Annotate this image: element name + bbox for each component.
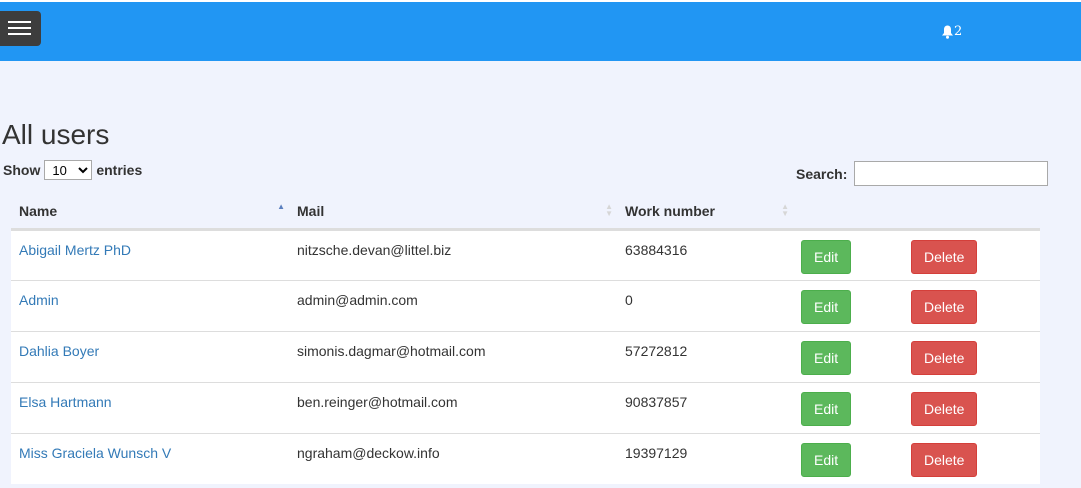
search-control: Search: [796,161,1049,186]
hamburger-icon-bar [8,27,31,29]
column-header-label: Work number [625,203,715,220]
user-name-link[interactable]: Admin [19,292,59,308]
search-label: Search: [796,165,848,182]
notifications-button[interactable]: 2 [941,24,962,39]
edit-button[interactable]: Edit [801,340,852,375]
sort-both-icon: ▲ ▼ [781,202,789,218]
table-row: Dahlia Boyer simonis.dagmar@hotmail.com 57… [11,330,1040,382]
hamburger-menu-button[interactable] [0,11,41,46]
cell-name: Miss Graciela Wunsch V [11,432,289,484]
user-name-link[interactable]: Elsa Hartmann [19,394,112,410]
cell-work-number: 19397129 [617,432,793,484]
delete-button[interactable]: Delete [911,289,978,324]
show-label: Show [3,162,41,178]
cell-mail: nitzsche.devan@littel.biz [289,229,617,280]
cell-edit: Edit [793,279,903,331]
cell-work-number: 90837857 [617,381,793,433]
column-header-label: Name [19,203,58,220]
cell-edit: Edit [793,432,903,484]
table-row: Abigail Mertz PhD nitzsche.devan@littel.b… [11,229,1040,280]
page-title: All users [2,119,110,150]
delete-button[interactable]: Delete [911,340,978,375]
main-content: All users Show 10 entries Search: Name ▲… [0,61,1081,488]
cell-name: Dahlia Boyer [11,330,289,382]
cell-edit: Edit [793,229,903,280]
cell-mail: simonis.dagmar@hotmail.com [289,330,617,382]
cell-name: Admin [11,279,289,331]
entries-length-control: Show 10 entries [3,160,142,180]
user-name-link[interactable]: Miss Graciela Wunsch V [19,445,171,461]
cell-edit: Edit [793,330,903,382]
edit-button[interactable]: Edit [801,391,852,426]
hamburger-icon-bar [8,21,31,23]
cell-name: Elsa Hartmann [11,381,289,433]
delete-button[interactable]: Delete [911,239,978,274]
edit-button[interactable]: Edit [801,239,852,274]
cell-edit: Edit [793,381,903,433]
delete-button[interactable]: Delete [911,391,978,426]
cell-mail: admin@admin.com [289,279,617,331]
sort-ascending-icon: ▲ [277,202,285,211]
cell-delete: Delete [903,279,1040,331]
table-row: Elsa Hartmann ben.reinger@hotmail.com 9083… [11,381,1040,433]
cell-delete: Delete [903,229,1040,280]
table-row: Miss Graciela Wunsch V ngraham@deckow.inf… [11,432,1040,484]
column-header-edit [793,195,903,231]
users-table: Name ▲ Mail ▲ ▼ Work number ▲ ▼ Abigail Me… [11,195,1040,484]
notification-count: 2 [954,24,963,39]
entries-label: entries [96,162,143,178]
top-navbar: 2 [0,2,1081,61]
search-input[interactable] [854,161,1049,186]
bell-icon [942,25,953,39]
user-name-link[interactable]: Dahlia Boyer [19,343,99,359]
edit-button[interactable]: Edit [801,442,852,477]
delete-button[interactable]: Delete [911,442,978,477]
edit-button[interactable]: Edit [801,289,852,324]
cell-work-number: 57272812 [617,330,793,382]
column-header-label: Mail [297,203,325,220]
cell-delete: Delete [903,432,1040,484]
entries-select[interactable]: 10 [44,160,93,180]
user-name-link[interactable]: Abigail Mertz PhD [19,242,131,258]
cell-delete: Delete [903,330,1040,382]
column-header-work-number[interactable]: Work number ▲ ▼ [617,195,793,231]
cell-delete: Delete [903,381,1040,433]
column-header-name[interactable]: Name ▲ [11,195,289,231]
cell-mail: ngraham@deckow.info [289,432,617,484]
hamburger-icon-bar [8,33,31,35]
table-row: Admin admin@admin.com 0 Edit Delete [11,279,1040,331]
cell-work-number: 0 [617,279,793,331]
column-header-mail[interactable]: Mail ▲ ▼ [289,195,617,231]
cell-name: Abigail Mertz PhD [11,229,289,280]
sort-both-icon: ▲ ▼ [605,202,613,218]
column-header-delete [903,195,1040,231]
cell-work-number: 63884316 [617,229,793,280]
cell-mail: ben.reinger@hotmail.com [289,381,617,433]
